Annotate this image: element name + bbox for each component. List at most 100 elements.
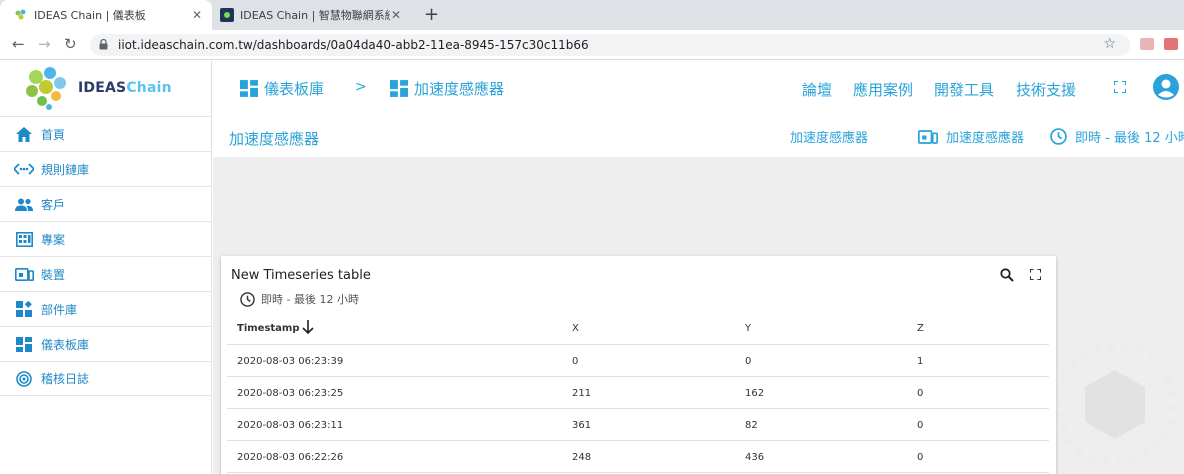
cell-timestamp: 2020-08-03 06:23:39 [237, 356, 344, 367]
new-tab-icon[interactable]: + [424, 4, 439, 25]
hub-watermark-icon [1052, 342, 1178, 468]
entity-alias-select[interactable]: 加速度感應器 [790, 127, 868, 146]
table-header-row: Timestamp X Y Z [227, 313, 1049, 345]
ideaschain-logo[interactable]: IDEASChain [22, 65, 172, 111]
cell-x: 0 [572, 356, 579, 367]
nav-link-use-cases[interactable]: 應用案例 [853, 79, 913, 100]
cell-y: 436 [745, 452, 765, 463]
cell-z: 0 [917, 452, 924, 463]
fullscreen-icon[interactable] [1030, 269, 1041, 280]
logo-wordmark: IDEASChain [78, 80, 172, 96]
sidebar-item-label: 專案 [41, 232, 66, 247]
column-header-z[interactable]: Z [917, 323, 924, 334]
table-row[interactable]: 2020-08-03 06:23:11 361 82 0 [227, 409, 1049, 441]
url-bar[interactable]: iiot.ideaschain.com.tw/dashboards/0a04da… [90, 34, 1130, 56]
audit-log-icon [14, 370, 34, 388]
bookmark-star-icon[interactable]: ☆ [1103, 36, 1116, 52]
timeseries-table-widget: New Timeseries table 即時 - 最後 12 小時 Times… [221, 256, 1056, 474]
sidebar-item-projects[interactable]: 專案 [0, 221, 212, 256]
breadcrumb-label: 儀表板庫 [264, 80, 325, 98]
cell-y: 162 [745, 388, 765, 399]
close-tab-icon[interactable]: ✕ [192, 8, 202, 22]
cell-x: 248 [572, 452, 592, 463]
clock-icon [1050, 128, 1067, 145]
cell-z: 1 [917, 356, 924, 367]
logo-text-chain: Chain [126, 80, 172, 96]
sidebar-item-customers[interactable]: 客戶 [0, 186, 212, 221]
nav-link-dev-tools[interactable]: 開發工具 [934, 79, 994, 100]
nav-link-forum[interactable]: 論壇 [802, 79, 832, 100]
dashboard-icon [14, 335, 34, 353]
breadcrumb-separator: > [355, 79, 367, 95]
column-header-timestamp[interactable]: Timestamp [237, 323, 300, 334]
search-icon[interactable] [1000, 268, 1014, 282]
sidebar-item-label: 規則鏈庫 [41, 162, 90, 177]
address-bar: ← → ↻ iiot.ideaschain.com.tw/dashboards/… [0, 30, 1184, 60]
breadcrumb-item[interactable]: 加速度感應器 [390, 78, 504, 99]
sidebar-item-label: 首頁 [41, 127, 66, 142]
forward-icon[interactable]: → [38, 35, 51, 53]
close-tab-icon[interactable]: ✕ [391, 8, 401, 22]
cell-timestamp: 2020-08-03 06:23:25 [237, 388, 344, 399]
timewindow-select[interactable]: 即時 - 最後 12 小時 [1050, 127, 1184, 146]
column-header-x[interactable]: X [572, 323, 579, 334]
browser-tab-bar: IDEAS Chain | 儀表板 ✕ IDEAS Chain | 智慧物聯網系… [0, 0, 1184, 30]
widgets-icon [14, 300, 34, 318]
cell-timestamp: 2020-08-03 06:23:11 [237, 420, 344, 431]
sidebar-item-home[interactable]: 首頁 [0, 116, 212, 151]
reload-icon[interactable]: ↻ [64, 35, 77, 53]
breadcrumb-label: 加速度感應器 [414, 80, 505, 98]
device-icon [14, 265, 34, 283]
ideaschain-favicon [220, 8, 234, 22]
cell-y: 82 [745, 420, 758, 431]
account-avatar-icon[interactable] [1153, 74, 1179, 100]
sidebar-item-audit-logs[interactable]: 稽核日誌 [0, 361, 212, 396]
sidebar-menu: 首頁 規則鏈庫 客戶 專案 裝置 部件庫 儀表板庫 稽核日誌 [0, 116, 212, 396]
extension-icon[interactable] [1140, 38, 1154, 50]
cell-x: 211 [572, 388, 592, 399]
table-row[interactable]: 2020-08-03 06:23:39 0 0 1 [227, 345, 1049, 377]
timeseries-table: Timestamp X Y Z 2020-08-03 06:23:39 0 0 … [227, 313, 1049, 473]
customers-icon [14, 195, 34, 213]
sidebar-item-label: 儀表板庫 [41, 337, 90, 352]
sidebar: IDEASChain 首頁 規則鏈庫 客戶 專案 裝置 部件庫 儀表板庫 稽核日… [0, 61, 212, 474]
table-row[interactable]: 2020-08-03 06:22:26 248 436 0 [227, 441, 1049, 473]
ideaschain-logo-icon [26, 67, 66, 110]
sidebar-item-devices[interactable]: 裝置 [0, 256, 212, 291]
fullscreen-icon[interactable] [1114, 81, 1126, 93]
widget-timewindow-label: 即時 - 最後 12 小時 [261, 293, 359, 306]
cell-timestamp: 2020-08-03 06:22:26 [237, 452, 344, 463]
timewindow-label: 即時 - 最後 12 小時 [1075, 131, 1184, 146]
breadcrumb-item[interactable]: 儀表板庫 [240, 78, 324, 99]
widget-timewindow: 即時 - 最後 12 小時 [240, 291, 359, 307]
dashboard-icon [390, 80, 408, 97]
url-text: iiot.ideaschain.com.tw/dashboards/0a04da… [118, 38, 589, 52]
dashboard-icon [240, 80, 258, 97]
device-icon [918, 129, 938, 144]
sidebar-item-dashboards[interactable]: 儀表板庫 [0, 326, 212, 361]
ideaschain-favicon [15, 9, 26, 20]
sidebar-item-rule-chains[interactable]: 規則鏈庫 [0, 151, 212, 186]
cell-y: 0 [745, 356, 752, 367]
sort-descending-icon[interactable] [301, 319, 315, 335]
home-icon [14, 125, 34, 143]
device-select-label: 加速度感應器 [946, 131, 1025, 146]
dashboard-title: 加速度感應器 [229, 130, 320, 148]
browser-tab-active[interactable]: IDEAS Chain | 儀表板 ✕ [0, 0, 212, 30]
sidebar-item-widgets[interactable]: 部件庫 [0, 291, 212, 326]
tab-title: IDEAS Chain | 智慧物聯網系統 - [240, 9, 390, 22]
device-select[interactable]: 加速度感應器 [918, 127, 1024, 146]
column-header-y[interactable]: Y [745, 323, 751, 334]
browser-tab[interactable]: IDEAS Chain | 智慧物聯網系統 - ✕ [206, 0, 411, 30]
table-row[interactable]: 2020-08-03 06:23:25 211 162 0 [227, 377, 1049, 409]
clock-icon [240, 291, 255, 307]
lock-icon [99, 39, 108, 50]
tab-title: IDEAS Chain | 儀表板 [34, 9, 146, 22]
cell-x: 361 [572, 420, 592, 431]
back-icon[interactable]: ← [12, 35, 25, 53]
cell-z: 0 [917, 420, 924, 431]
extension-icon[interactable] [1164, 38, 1178, 50]
nav-link-support[interactable]: 技術支援 [1016, 79, 1076, 100]
sidebar-item-label: 裝置 [41, 267, 66, 282]
widget-title: New Timeseries table [231, 268, 371, 283]
